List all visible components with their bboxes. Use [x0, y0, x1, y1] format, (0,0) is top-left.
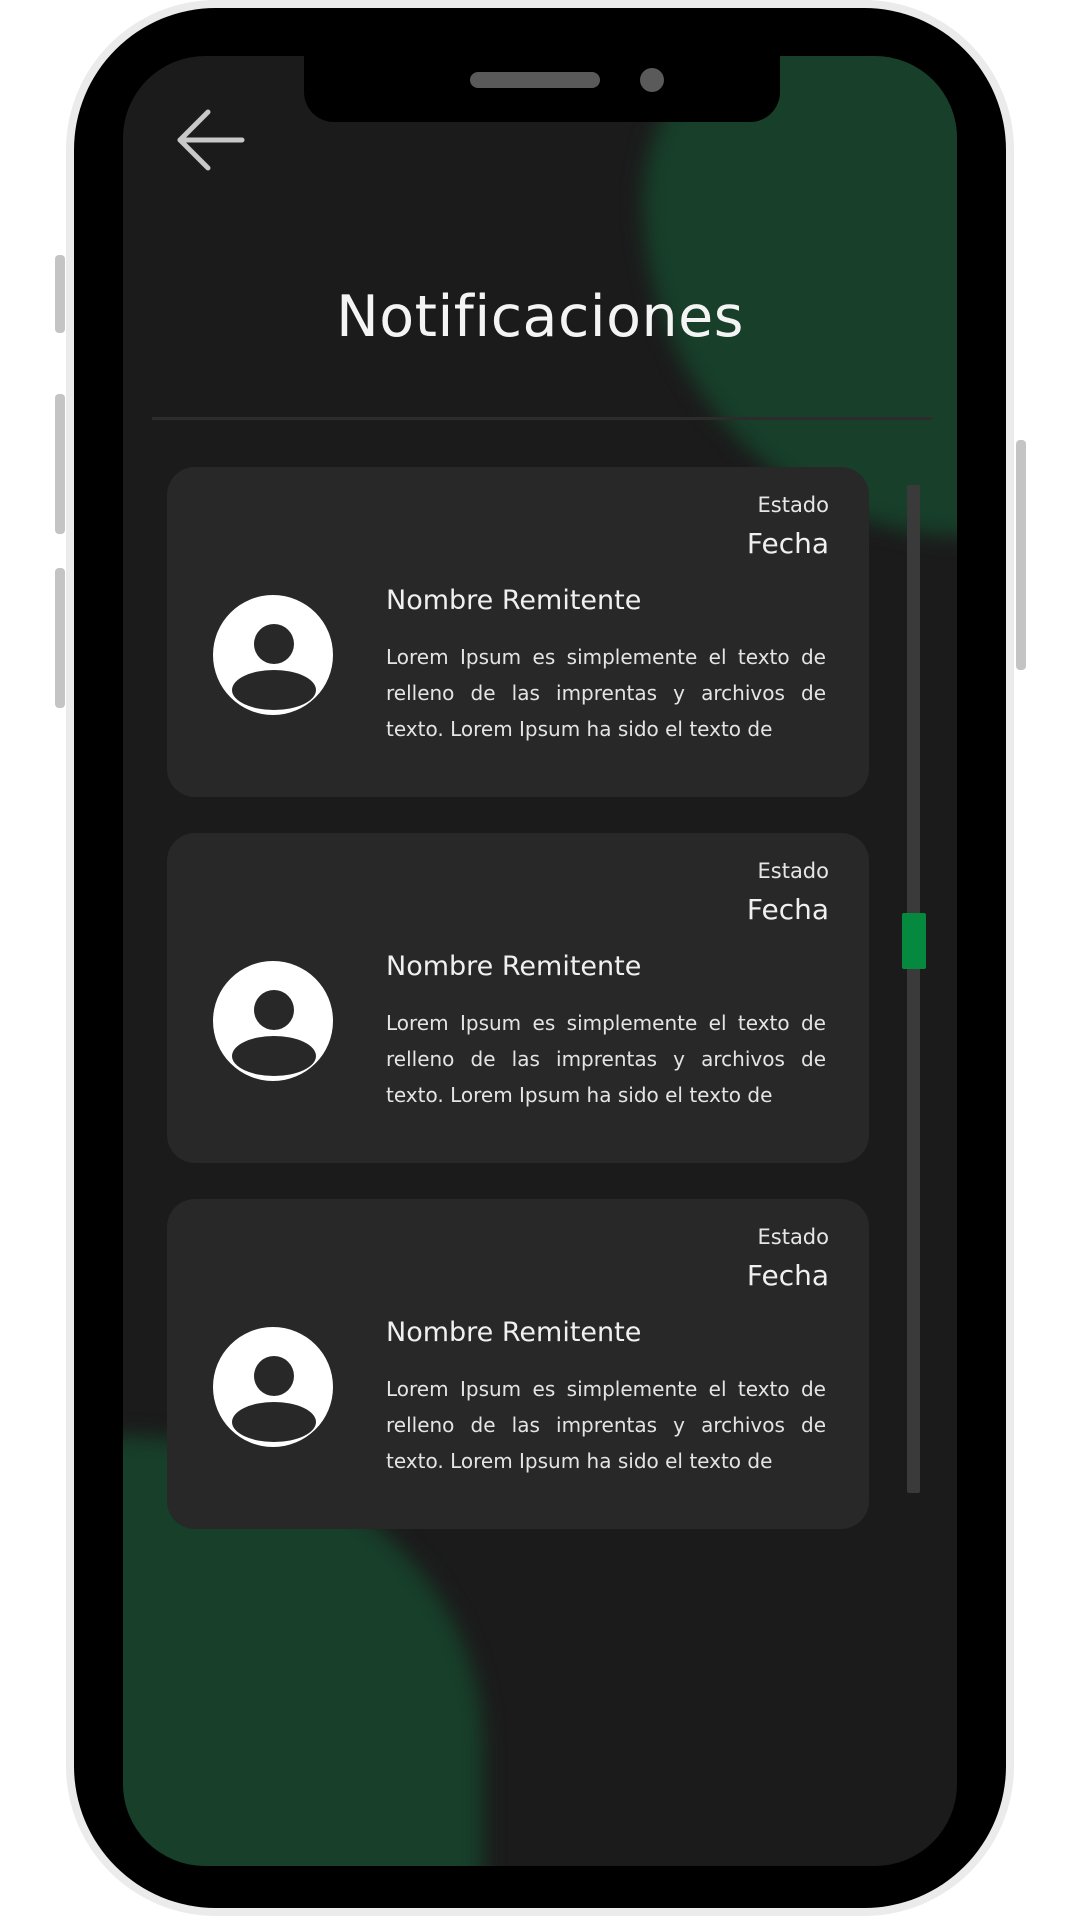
notification-date: Fecha — [746, 1259, 829, 1292]
mute-switch — [55, 255, 65, 333]
front-camera — [640, 68, 664, 92]
volume-up-button — [55, 394, 65, 534]
notification-message: Lorem Ipsum es simplemente el texto de r… — [386, 645, 826, 741]
notification-message: Lorem Ipsum es simplemente el texto de r… — [386, 1377, 826, 1473]
page-title: Notificaciones — [336, 284, 744, 350]
scrollbar-thumb[interactable] — [902, 913, 926, 969]
notification-card[interactable]: Estado Fecha Nombre Remitente Lorem Ipsu… — [167, 467, 869, 797]
power-button — [1016, 440, 1026, 670]
notification-sender: Nombre Remitente — [386, 951, 642, 982]
notification-date: Fecha — [746, 893, 829, 926]
notification-card[interactable]: Estado Fecha Nombre Remitente Lorem Ipsu… — [167, 833, 869, 1163]
notch — [304, 56, 780, 122]
speaker-grille — [470, 72, 600, 88]
scrollbar-track[interactable] — [902, 485, 926, 1493]
title-divider — [152, 417, 932, 420]
notification-sender: Nombre Remitente — [386, 1317, 642, 1348]
notification-date: Fecha — [746, 527, 829, 560]
arrow-left-icon — [177, 109, 245, 171]
user-avatar-icon — [213, 1327, 333, 1447]
user-avatar-icon — [213, 961, 333, 1081]
notification-card[interactable]: Estado Fecha Nombre Remitente Lorem Ipsu… — [167, 1199, 869, 1529]
volume-down-button — [55, 568, 65, 708]
notification-sender: Nombre Remitente — [386, 585, 642, 616]
notification-status: Estado — [757, 1225, 830, 1249]
back-button[interactable] — [174, 108, 246, 172]
user-avatar-icon — [213, 595, 333, 715]
notification-status: Estado — [757, 493, 830, 517]
notification-status: Estado — [757, 859, 830, 883]
notification-message: Lorem Ipsum es simplemente el texto de r… — [386, 1011, 826, 1107]
